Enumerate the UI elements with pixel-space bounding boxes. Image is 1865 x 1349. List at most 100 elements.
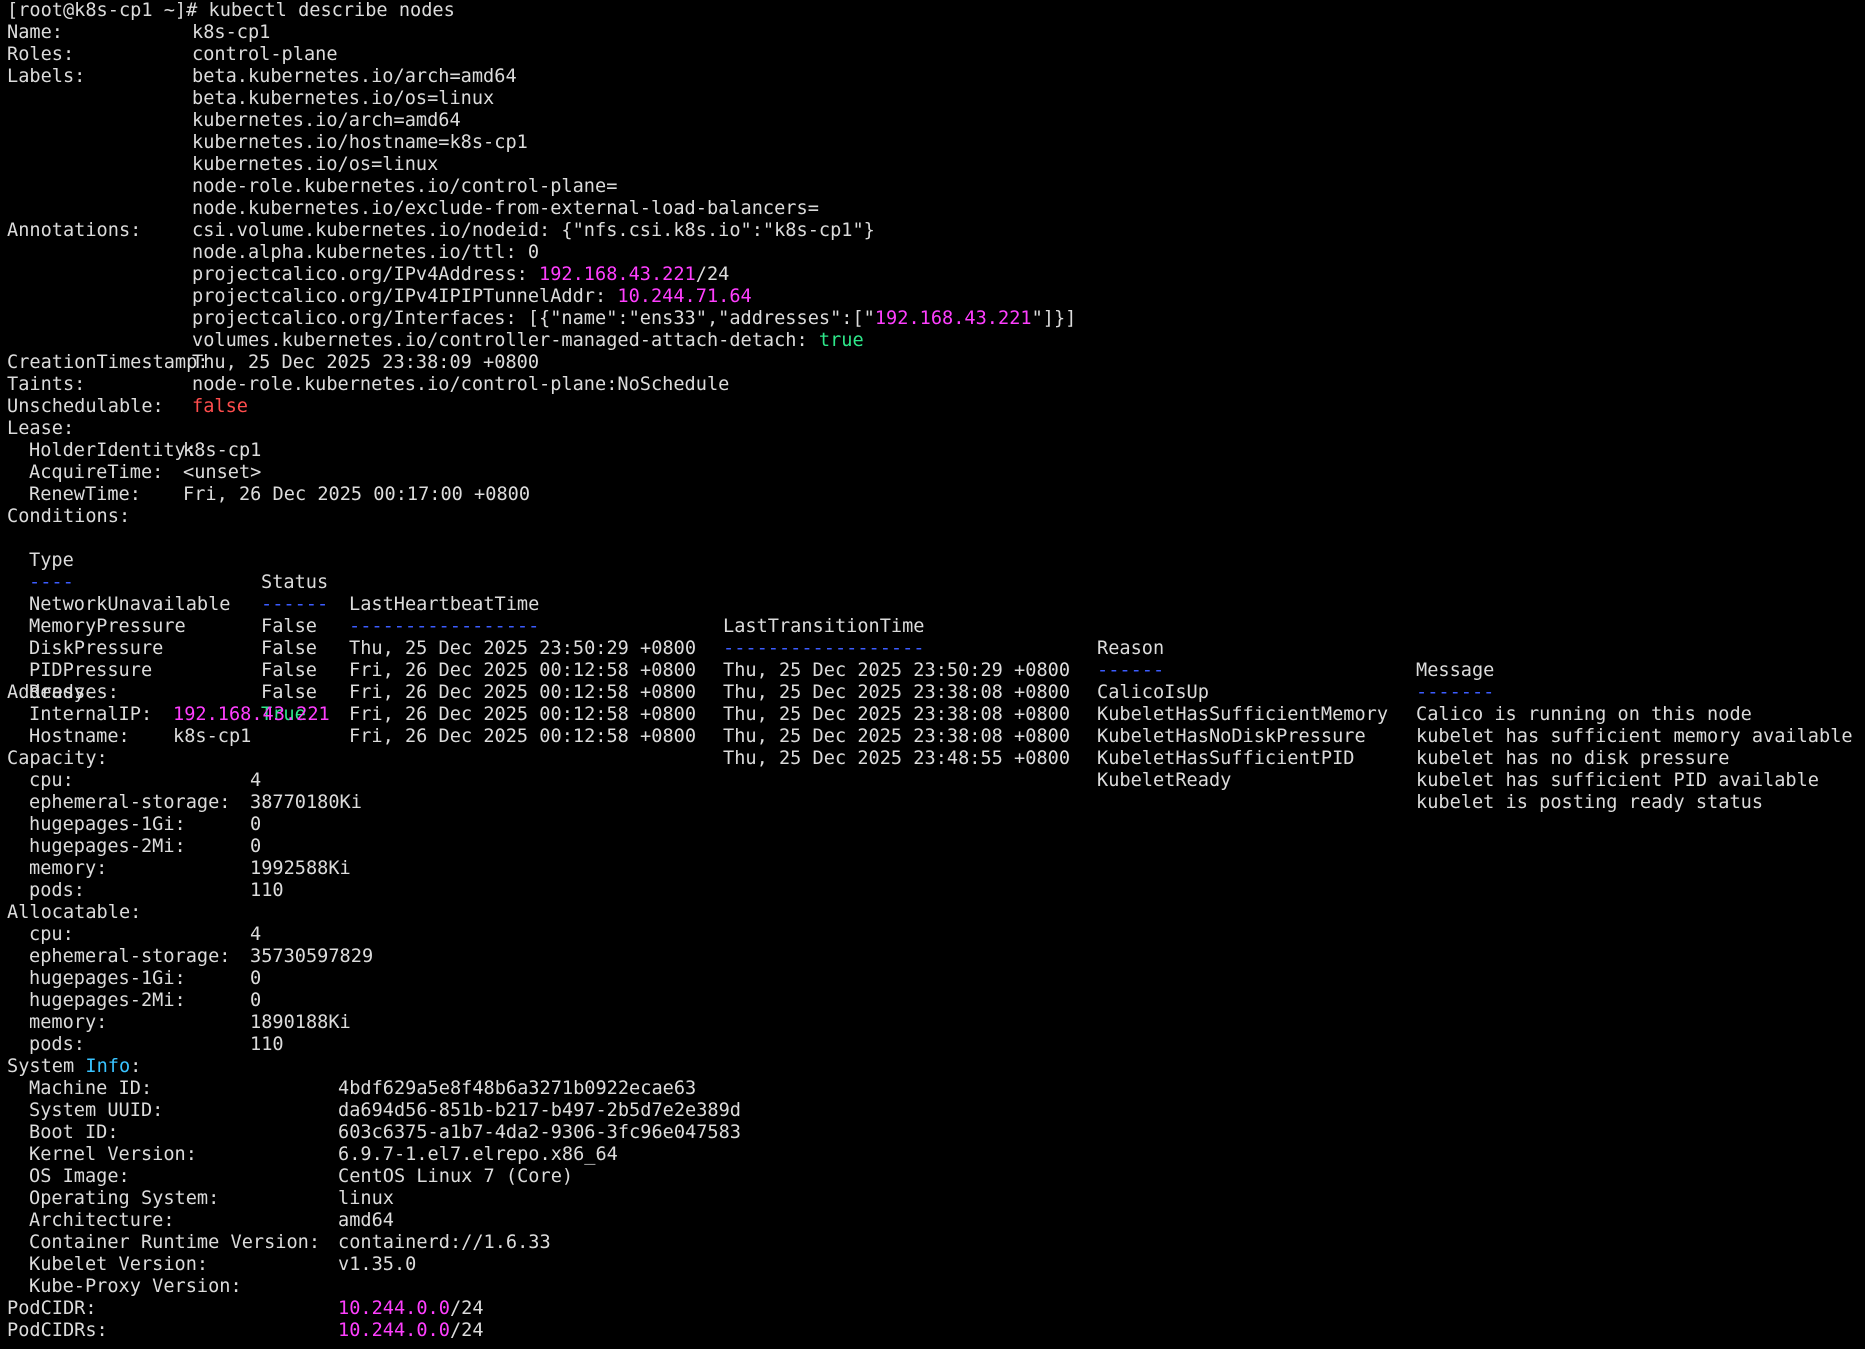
- transition-time: Thu, 25 Dec 2025 23:50:29 +0800: [723, 660, 1071, 681]
- resource-value: 110: [250, 880, 284, 901]
- condition-reason: KubeletHasSufficientPID: [1097, 748, 1355, 769]
- renew-value: Fri, 26 Dec 2025 00:17:00 +0800: [183, 484, 531, 505]
- resource-key: memory:: [29, 1012, 108, 1033]
- condition-status: False: [261, 638, 317, 659]
- ip-address: 10.244.0.0: [338, 1320, 450, 1341]
- resource-value: 1992588Ki: [250, 858, 351, 879]
- label-value: node.kubernetes.io/exclude-from-external…: [192, 198, 819, 219]
- heartbeat-time: Fri, 26 Dec 2025 00:12:58 +0800: [349, 682, 697, 703]
- resource-value: 1890188Ki: [250, 1012, 351, 1033]
- field-key: AcquireTime:: [29, 462, 164, 483]
- section-heading: Lease:: [7, 418, 75, 439]
- header-divider: -------: [1416, 682, 1495, 703]
- resource-value: 0: [250, 814, 262, 835]
- command-text: kubectl describe nodes: [208, 0, 455, 21]
- resource-value: 35730597829: [250, 946, 374, 967]
- ip-address: 192.168.43.221: [874, 308, 1032, 329]
- resource-key: pods:: [29, 880, 85, 901]
- header-divider: ------: [1097, 660, 1165, 681]
- annotation-value: csi.volume.kubernetes.io/nodeid: {"nfs.c…: [192, 220, 875, 241]
- prompt-line: [root@k8s-cp1 ~]# kubectl describe nodes: [7, 0, 455, 22]
- section-heading-colon: :: [130, 1056, 142, 1077]
- shell-prompt: [root@k8s-cp1 ~]#: [7, 0, 198, 21]
- table-row: Ready True Fri, 26 Dec 2025 00:12:58 +08…: [7, 660, 1763, 813]
- header-divider: -----------------: [349, 616, 540, 637]
- sysinfo-key: Operating System:: [29, 1188, 220, 1209]
- transition-time: Thu, 25 Dec 2025 23:38:08 +0800: [723, 726, 1071, 747]
- condition-status: False: [261, 682, 317, 703]
- conditions-divider: ---- ------ ----------------- ----------…: [7, 550, 1494, 703]
- sysinfo-value: v1.35.0: [338, 1254, 417, 1275]
- label-value: kubernetes.io/os=linux: [192, 154, 439, 175]
- annotation-key: projectcalico.org/Interfaces: [{"name":"…: [192, 308, 875, 329]
- header-divider: ------------------: [723, 638, 925, 659]
- annotation-key: projectcalico.org/IPv4Address:: [192, 264, 540, 285]
- section-heading: System: [7, 1056, 86, 1077]
- condition-message: kubelet has sufficient PID available: [1416, 770, 1819, 791]
- condition-status: False: [261, 616, 317, 637]
- resource-value: 4: [250, 924, 262, 945]
- sysinfo-key: System UUID:: [29, 1100, 164, 1121]
- resource-key: hugepages-2Mi:: [29, 990, 186, 1011]
- sysinfo-value: da694d56-851b-b217-b497-2b5d7e2e389d: [338, 1100, 741, 1121]
- condition-reason: KubeletHasSufficientMemory: [1097, 704, 1389, 725]
- sysinfo-key: Machine ID:: [29, 1078, 153, 1099]
- heartbeat-time: Fri, 26 Dec 2025 00:12:58 +0800: [349, 726, 697, 747]
- column-header: LastTransitionTime: [723, 616, 925, 637]
- annotation-key: volumes.kubernetes.io/controller-managed…: [192, 330, 819, 351]
- ip-address: 192.168.43.221: [539, 264, 696, 285]
- condition-reason: KubeletHasNoDiskPressure: [1097, 726, 1366, 747]
- section-heading-highlight: Info: [85, 1056, 131, 1077]
- resource-key: pods:: [29, 1034, 85, 1055]
- resource-key: ephemeral-storage:: [29, 792, 231, 813]
- section-heading: Conditions:: [7, 506, 131, 527]
- condition-reason: CalicoIsUp: [1097, 682, 1209, 703]
- field-key: Annotations:: [7, 220, 142, 241]
- cidr-suffix: /24: [449, 1320, 484, 1341]
- sysinfo-value: CentOS Linux 7 (Core): [338, 1166, 574, 1187]
- sysinfo-key: Kubelet Version:: [29, 1254, 209, 1275]
- node-name: k8s-cp1: [192, 22, 271, 43]
- annotation-key: projectcalico.org/IPv4IPIPTunnelAddr:: [192, 286, 618, 307]
- sysinfo-key: Container Runtime Version:: [29, 1232, 321, 1253]
- table-row: DiskPressure False Fri, 26 Dec 2025 00:1…: [7, 616, 1729, 769]
- table-row: PIDPressure False Fri, 26 Dec 2025 00:12…: [7, 638, 1819, 791]
- terminal-window[interactable]: [root@k8s-cp1 ~]# kubectl describe nodes…: [0, 0, 1865, 1349]
- header-divider: ------: [261, 594, 329, 615]
- holder-value: k8s-cp1: [183, 440, 262, 461]
- resource-value: 38770180Ki: [250, 792, 362, 813]
- field-key: Labels:: [7, 66, 86, 87]
- field-key: Roles:: [7, 44, 75, 65]
- resource-key: memory:: [29, 858, 108, 879]
- resource-value: 0: [250, 990, 262, 1011]
- resource-key: hugepages-1Gi:: [29, 814, 186, 835]
- condition-message: kubelet is posting ready status: [1416, 792, 1764, 813]
- condition-type: NetworkUnavailable: [29, 594, 231, 615]
- heartbeat-time: Thu, 25 Dec 2025 23:50:29 +0800: [349, 638, 697, 659]
- resource-key: cpu:: [29, 770, 74, 791]
- table-row: NetworkUnavailable False Thu, 25 Dec 202…: [7, 572, 1752, 725]
- condition-message: kubelet has no disk pressure: [1416, 748, 1730, 769]
- table-row: MemoryPressure False Fri, 26 Dec 2025 00…: [7, 594, 1853, 747]
- sysinfo-value: 4bdf629a5e8f48b6a3271b0922ecae63: [338, 1078, 697, 1099]
- annotation-suffix: "]}]: [1031, 308, 1077, 329]
- column-header: LastHeartbeatTime: [349, 594, 540, 615]
- cidr-suffix: /24: [449, 1298, 484, 1319]
- condition-reason: KubeletReady: [1097, 770, 1232, 791]
- label-value: kubernetes.io/hostname=k8s-cp1: [192, 132, 528, 153]
- field-key: PodCIDRs:: [7, 1320, 108, 1341]
- sysinfo-key: Boot ID:: [29, 1122, 119, 1143]
- ip-address: 10.244.0.0: [338, 1298, 450, 1319]
- section-heading: Allocatable:: [7, 902, 142, 923]
- condition-status: False: [261, 660, 317, 681]
- conditions-header: Type Status LastHeartbeatTime LastTransi…: [7, 528, 1494, 681]
- field-key: Name:: [7, 22, 63, 43]
- resource-value: 4: [250, 770, 262, 791]
- acquire-value: <unset>: [183, 462, 262, 483]
- annotation-suffix: /24: [695, 264, 730, 285]
- field-key: CreationTimestamp:: [7, 352, 209, 373]
- field-key: Taints:: [7, 374, 86, 395]
- transition-time: Thu, 25 Dec 2025 23:48:55 +0800: [723, 748, 1071, 769]
- resource-value: 0: [250, 968, 262, 989]
- sysinfo-value: linux: [338, 1188, 394, 1209]
